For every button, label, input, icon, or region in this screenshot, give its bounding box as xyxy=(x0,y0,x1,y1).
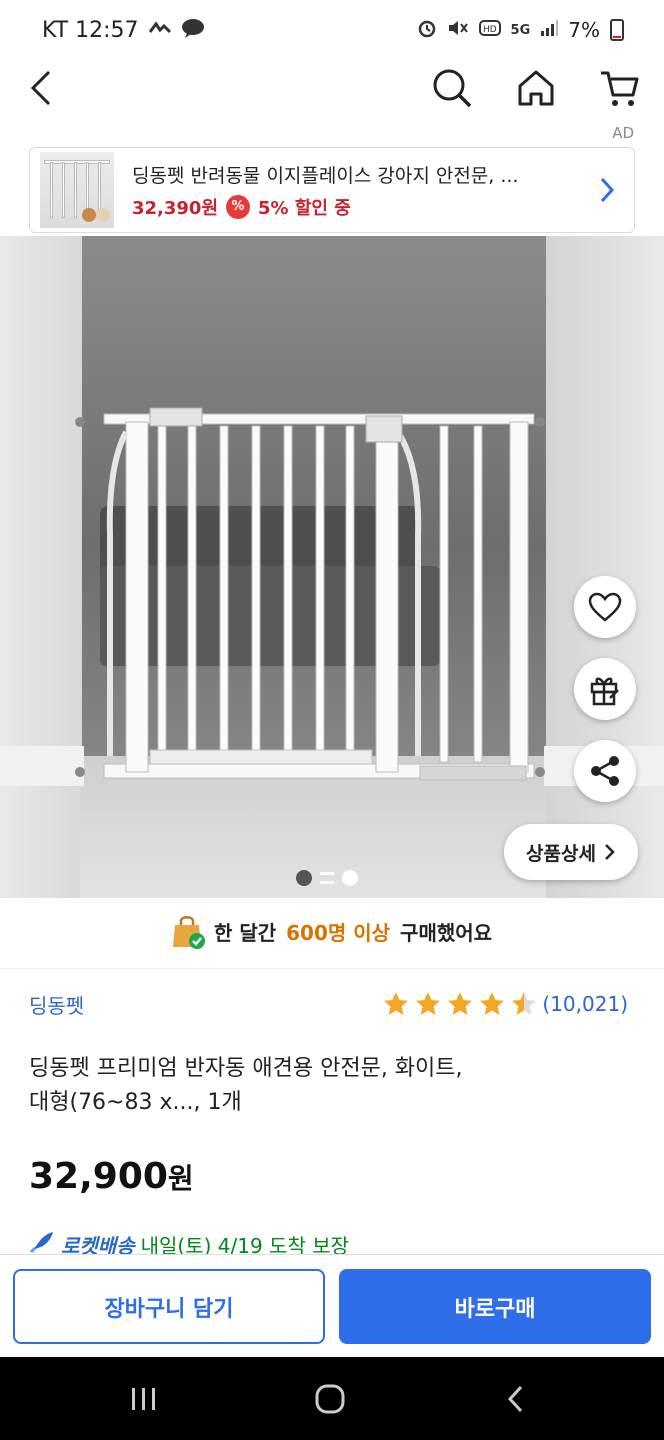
system-navigation-bar xyxy=(0,1357,664,1440)
safety-gate-illustration xyxy=(75,407,545,781)
share-icon xyxy=(591,756,619,786)
carousel-dot xyxy=(320,872,334,884)
signal-icon xyxy=(540,19,559,42)
alarm-icon xyxy=(417,18,437,43)
ad-label: AD xyxy=(612,124,634,142)
home-button[interactable] xyxy=(508,60,564,116)
buy-now-button[interactable]: 바로구매 xyxy=(339,1269,651,1344)
delivery-date: 내일(토) 4/19 도착 보장 xyxy=(140,1234,349,1254)
hd-icon: HD xyxy=(478,19,501,42)
divider xyxy=(0,968,664,969)
ad-price: 32,390원 xyxy=(132,197,219,219)
purchase-note-prefix: 한 달간 xyxy=(213,920,277,945)
price-number: 32,900 xyxy=(29,1156,168,1197)
cart-button[interactable] xyxy=(592,60,648,116)
ad-title: 딩동펫 반려동물 이지플레이스 강아지 안전문, ... xyxy=(132,164,519,187)
cart-icon xyxy=(601,71,639,106)
rating-summary[interactable]: (10,021) xyxy=(382,990,628,1018)
purchase-count-note: 한 달간 600명 이상 구매했어요 xyxy=(0,906,664,956)
product-detail-label: 상품상세 xyxy=(526,842,596,865)
chevron-left-icon xyxy=(30,70,51,106)
product-title: 딩동펫 프리미엄 반자동 애견용 안전문, 화이트, 대형(76~83 x...… xyxy=(29,1052,629,1120)
status-bar: KT 12:57 HD 5G 7% xyxy=(0,0,664,60)
product-price: 32,900원 xyxy=(29,1156,194,1197)
back-icon xyxy=(507,1385,523,1413)
brand-link[interactable]: 딩동펫 xyxy=(29,990,84,1019)
purchase-note-suffix: 구매했어요 xyxy=(400,920,493,945)
bottom-action-bar: 장바구니 담기 바로구매 xyxy=(0,1254,664,1357)
mute-icon xyxy=(447,18,469,43)
product-image-carousel[interactable]: 상품상세 xyxy=(0,236,664,898)
home-icon xyxy=(518,70,554,106)
system-home-button[interactable] xyxy=(300,1377,360,1421)
ad-discount: 5% 할인 중 xyxy=(258,197,351,219)
carousel-dot xyxy=(296,870,312,886)
svg-text:HD: HD xyxy=(483,25,497,35)
shopping-bag-check-icon xyxy=(172,913,205,949)
star-half-icon xyxy=(512,992,537,1015)
carousel-dot xyxy=(342,870,358,886)
recent-apps-button[interactable] xyxy=(114,1377,174,1421)
review-count: (10,021) xyxy=(542,992,628,1016)
product-title-line2: 대형(76~83 x..., 1개 xyxy=(29,1090,242,1115)
delivery-info: 로켓배송 내일(토) 4/19 도착 보장 xyxy=(29,1230,349,1254)
wishlist-button[interactable] xyxy=(574,576,636,638)
battery-percent: 7% xyxy=(568,18,600,42)
back-button[interactable] xyxy=(14,60,70,116)
ad-banner[interactable]: 딩동펫 반려동물 이지플레이스 강아지 안전문, ... 32,390원 % 5… xyxy=(29,147,635,233)
gift-button[interactable] xyxy=(574,658,636,720)
rocket-icon xyxy=(29,1232,53,1254)
system-back-button[interactable] xyxy=(486,1377,546,1421)
product-title-line1: 딩동펫 프리미엄 반자동 애견용 안전문, 화이트, xyxy=(29,1056,463,1081)
network-icon: 5G xyxy=(510,22,531,38)
star-full-icon xyxy=(480,992,505,1015)
gift-icon xyxy=(590,677,619,706)
search-button[interactable] xyxy=(424,60,480,116)
battery-icon xyxy=(610,19,624,41)
price-unit: 원 xyxy=(167,1162,194,1195)
purchase-note-highlight: 600명 이상 xyxy=(286,920,391,945)
product-detail-button[interactable]: 상품상세 xyxy=(504,824,638,880)
heart-icon xyxy=(588,592,622,622)
recent-apps-icon xyxy=(132,1388,155,1410)
notification-icon xyxy=(148,20,171,41)
top-navigation xyxy=(0,60,664,120)
add-to-cart-button[interactable]: 장바구니 담기 xyxy=(13,1269,325,1344)
share-button[interactable] xyxy=(574,740,636,802)
star-full-icon xyxy=(416,992,441,1015)
chevron-right-icon xyxy=(605,844,615,860)
talk-icon xyxy=(181,18,205,43)
chevron-right-icon xyxy=(592,175,622,205)
carousel-indicator xyxy=(296,870,358,886)
home-circle-icon xyxy=(315,1384,345,1414)
carrier-time: KT 12:57 xyxy=(42,17,139,43)
ad-thumbnail xyxy=(40,152,114,228)
search-icon xyxy=(433,69,472,108)
rocket-delivery-label: 로켓배송 xyxy=(61,1234,135,1254)
sale-icon: % xyxy=(226,194,251,219)
star-full-icon xyxy=(384,992,409,1015)
star-full-icon xyxy=(448,992,473,1015)
